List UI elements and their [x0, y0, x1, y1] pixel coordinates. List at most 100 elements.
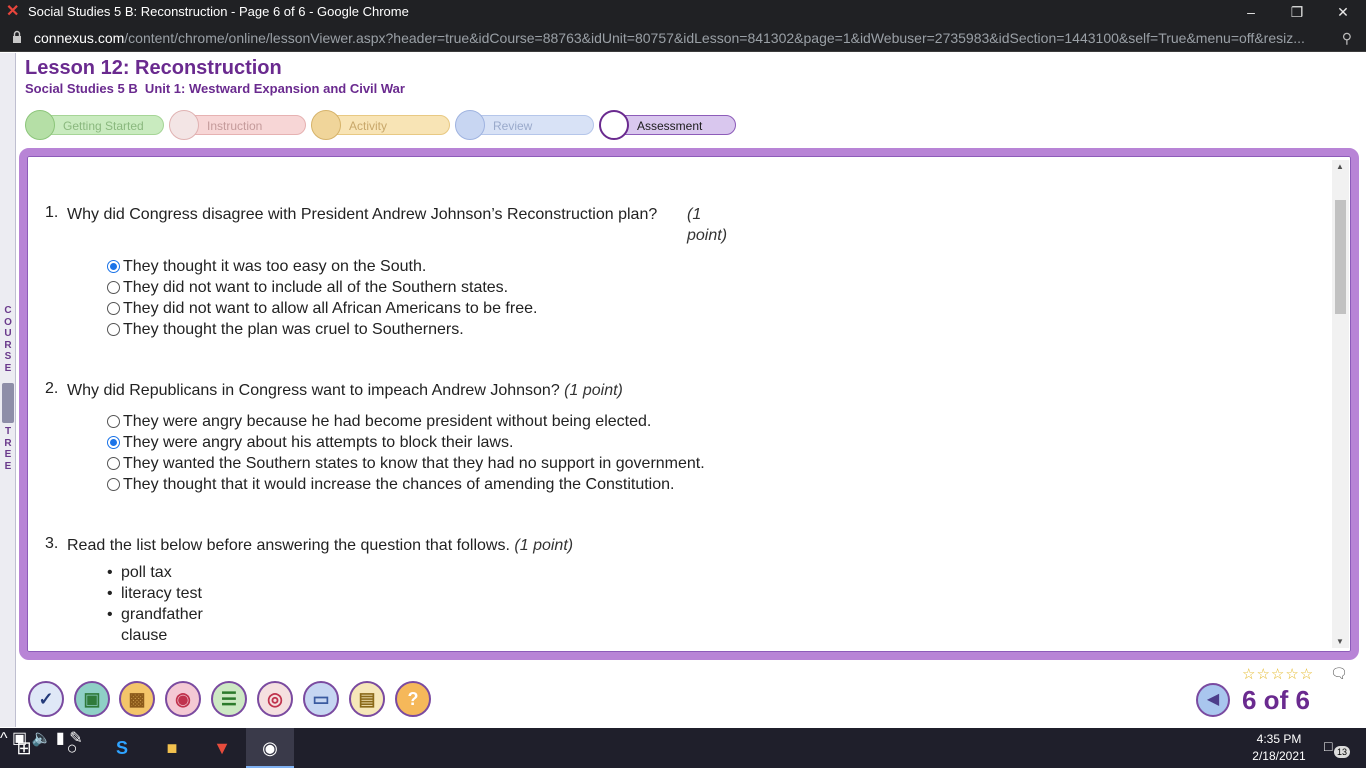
question-text: Read the list below before answering the…: [67, 535, 767, 556]
question-points: (1 point): [687, 206, 728, 244]
course-tree-letter: R: [4, 339, 12, 351]
comment-icon[interactable]: 🗨: [1330, 665, 1348, 682]
scrollbar-thumb[interactable]: [1335, 200, 1346, 314]
previous-page-button[interactable]: ◀: [1196, 683, 1230, 717]
traffic-light-icon: [25, 110, 55, 140]
course-subtitle: Social Studies 5 B Unit 1: Westward Expa…: [25, 81, 405, 96]
radio-button[interactable]: [107, 281, 120, 294]
url-path: /content/chrome/online/lessonViewer.aspx…: [124, 30, 1305, 46]
radio-button[interactable]: [107, 478, 120, 491]
course-tree-letter: C: [4, 305, 12, 316]
question-number: 2.: [45, 380, 59, 397]
skype-icon[interactable]: S: [98, 728, 146, 768]
address-bar[interactable]: connexus.com/content/chrome/online/lesso…: [0, 24, 1366, 52]
radio-button-selected[interactable]: [107, 260, 120, 273]
target-tool-icon[interactable]: ◎: [257, 681, 293, 717]
search-circle-icon[interactable]: ○: [48, 728, 96, 768]
scroll-up-icon[interactable]: ▲: [1336, 162, 1344, 171]
tab-assessment[interactable]: Assessment: [599, 110, 736, 140]
close-icon[interactable]: ✕: [1320, 0, 1366, 24]
game-app-icon[interactable]: ▼: [198, 728, 246, 768]
question-points: (1 point): [514, 537, 574, 554]
help-tool-icon[interactable]: ?: [395, 681, 431, 717]
course-tree-letter: U: [4, 328, 12, 339]
lock-icon: [13, 30, 21, 43]
answer-text[interactable]: They did not want to include all of the …: [123, 277, 508, 298]
answer-text[interactable]: They were angry because he had become pr…: [123, 411, 651, 432]
lesson-title: Lesson 12: Reconstruction: [25, 57, 282, 79]
course-tree-toggle[interactable]: [2, 383, 14, 423]
screen-tool-icon[interactable]: ▭: [303, 681, 339, 717]
question-prompt: Read the list below before answering the…: [67, 537, 510, 554]
answer-text[interactable]: They thought it was too easy on the Sout…: [123, 256, 426, 277]
list-item: poll tax: [107, 562, 203, 583]
clock-date: 2/18/2021: [1252, 749, 1306, 763]
checklist-tool-icon[interactable]: ☰: [211, 681, 247, 717]
restore-icon[interactable]: ❐: [1274, 0, 1320, 24]
refresh-icon: [455, 110, 485, 140]
document-icon: [169, 110, 199, 140]
answer-text[interactable]: They wanted the Southern states to know …: [123, 453, 705, 474]
checkmark-tool-icon[interactable]: ✓: [28, 681, 64, 717]
tab-label: Instruction: [207, 119, 263, 133]
window-title-bar: ✕ Social Studies 5 B: Reconstruction - P…: [0, 0, 1366, 24]
minimize-icon[interactable]: –: [1228, 0, 1274, 24]
scroll-down-icon[interactable]: ▼: [1336, 637, 1344, 646]
radio-button[interactable]: [107, 323, 120, 336]
course-tree-letter: S: [4, 351, 12, 362]
question-number: 1.: [45, 204, 59, 221]
notifications-icon[interactable]: □ 13: [1324, 738, 1351, 758]
tab-activity[interactable]: Activity: [311, 110, 450, 140]
course-tree-letter: E: [4, 449, 12, 460]
answer-text[interactable]: They thought that it would increase the …: [123, 474, 674, 495]
pushpin-tool-icon[interactable]: ◉: [165, 681, 201, 717]
course-tree-letter: T: [4, 426, 12, 437]
chrome-icon[interactable]: ◉: [246, 728, 294, 768]
file-explorer-icon[interactable]: ■: [148, 728, 196, 768]
windows-start-icon[interactable]: ⊞: [0, 728, 48, 768]
notification-badge: 13: [1334, 746, 1351, 758]
url-host: connexus.com: [34, 30, 125, 46]
list-item: literacy test: [107, 583, 203, 604]
key-icon[interactable]: ⚲: [1342, 30, 1352, 47]
book-tool-icon[interactable]: ▣: [74, 681, 110, 717]
radio-button[interactable]: [107, 415, 120, 428]
tab-label: Activity: [349, 119, 388, 133]
assessment-frame: 1. Why did Congress disagree with Presid…: [19, 148, 1359, 660]
question-prompt: Why did Congress disagree with President…: [67, 206, 658, 223]
question-text: Why did Republicans in Congress want to …: [67, 380, 767, 401]
system-clock[interactable]: 4:35 PM 2/18/2021: [1250, 731, 1308, 765]
connexus-favicon-icon: ✕: [6, 3, 20, 20]
answer-text[interactable]: They did not want to allow all African A…: [123, 298, 537, 319]
course-tree-letter: E: [4, 362, 12, 374]
window-title: Social Studies 5 B: Reconstruction - Pag…: [28, 4, 409, 19]
lesson-page: C O U R S E T R E E Lesson 12: Reconstru…: [0, 53, 1366, 727]
vertical-scrollbar[interactable]: ▲ ▼: [1332, 160, 1349, 648]
radio-button[interactable]: [107, 457, 120, 470]
radio-button-selected[interactable]: [107, 436, 120, 449]
answer-text[interactable]: They were angry about his attempts to bl…: [123, 432, 513, 453]
star-rating[interactable]: ☆☆☆☆☆: [1242, 665, 1314, 683]
clock-time: 4:35 PM: [1256, 732, 1302, 746]
assessment-content[interactable]: 1. Why did Congress disagree with Presid…: [31, 160, 1347, 648]
course-tree-letter: E: [4, 460, 12, 472]
tab-label: Getting Started: [63, 119, 144, 133]
books-icon: [311, 110, 341, 140]
tab-getting-started[interactable]: Getting Started: [25, 110, 164, 140]
course-tree-panel[interactable]: C O U R S E T R E E: [0, 53, 16, 727]
question-points: (1 point): [564, 382, 623, 399]
question-number: 3.: [45, 535, 59, 552]
answer-text[interactable]: They thought the plan was cruel to South…: [123, 319, 464, 340]
backpack-tool-icon[interactable]: ▩: [119, 681, 155, 717]
test-paper-icon: [599, 110, 629, 140]
tab-review[interactable]: Review: [455, 110, 594, 140]
list-item: grandfather clause: [107, 604, 203, 644]
question-text: Why did Congress disagree with President…: [67, 204, 727, 244]
course-tree-letter: R: [4, 437, 12, 449]
tab-instruction[interactable]: Instruction: [169, 110, 306, 140]
url-text[interactable]: connexus.com/content/chrome/online/lesso…: [34, 30, 1324, 46]
page-count: 6 of 6: [1242, 685, 1310, 715]
windows-taskbar: ⊞ ○ S ■ ▼ ◉ ^ ▣ 🔈 ▮ ✎ 4:35 PM 2/18/2021 …: [0, 728, 1366, 768]
printer-tool-icon[interactable]: ▤: [349, 681, 385, 717]
radio-button[interactable]: [107, 302, 120, 315]
